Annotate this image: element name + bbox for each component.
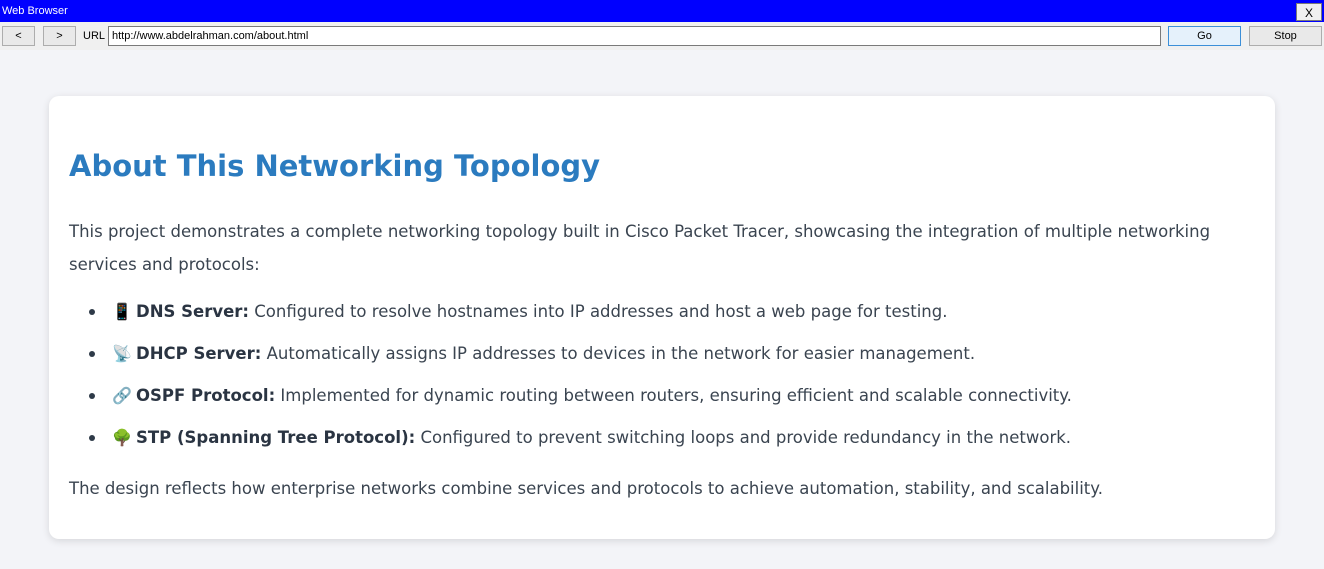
go-button[interactable]: Go — [1168, 26, 1241, 46]
url-label: URL — [83, 30, 106, 42]
link-icon: 🔗 — [112, 386, 132, 405]
satellite-dish-icon: 📡 — [112, 344, 132, 363]
feature-item-ospf: 🔗 OSPF Protocol: Implemented for dynamic … — [69, 380, 1249, 422]
url-input[interactable] — [108, 26, 1161, 46]
feature-description: Implemented for dynamic routing between … — [275, 386, 1072, 405]
back-button[interactable]: < — [2, 26, 35, 46]
tree-icon: 🌳 — [112, 428, 132, 447]
content-card: About This Networking Topology This proj… — [49, 96, 1275, 539]
browser-window: Web Browser X < > URL Go Stop About This… — [0, 0, 1324, 569]
bullet-icon — [89, 435, 95, 441]
bullet-icon — [89, 393, 95, 399]
feature-description: Configured to prevent switching loops an… — [415, 428, 1072, 447]
feature-item-dhcp: 📡 DHCP Server: Automatically assigns IP a… — [69, 338, 1249, 380]
phone-icon: 📱 — [112, 302, 132, 321]
page-title: About This Networking Topology — [69, 149, 601, 183]
forward-button[interactable]: > — [43, 26, 76, 46]
feature-name: DNS Server: — [136, 302, 250, 321]
outro-paragraph: The design reflects how enterprise netwo… — [69, 479, 1103, 498]
close-button[interactable]: X — [1296, 3, 1322, 21]
title-bar: Web Browser X — [0, 0, 1324, 22]
feature-description: Configured to resolve hostnames into IP … — [249, 302, 948, 321]
bullet-icon — [89, 309, 95, 315]
feature-name: OSPF Protocol: — [136, 386, 276, 405]
feature-name: STP (Spanning Tree Protocol): — [136, 428, 416, 447]
feature-description: Automatically assigns IP addresses to de… — [261, 344, 976, 363]
feature-item-dns: 📱 DNS Server: Configured to resolve hostn… — [69, 296, 1249, 338]
stop-button[interactable]: Stop — [1249, 26, 1322, 46]
window-title: Web Browser — [2, 5, 68, 17]
feature-name: DHCP Server: — [136, 344, 262, 363]
feature-item-stp: 🌳 STP (Spanning Tree Protocol): Configure… — [69, 422, 1249, 464]
browser-toolbar: < > URL Go Stop — [0, 22, 1324, 50]
intro-paragraph: This project demonstrates a complete net… — [69, 222, 1211, 274]
feature-list: 📱 DNS Server: Configured to resolve hostn… — [69, 296, 1249, 464]
bullet-icon — [89, 351, 95, 357]
